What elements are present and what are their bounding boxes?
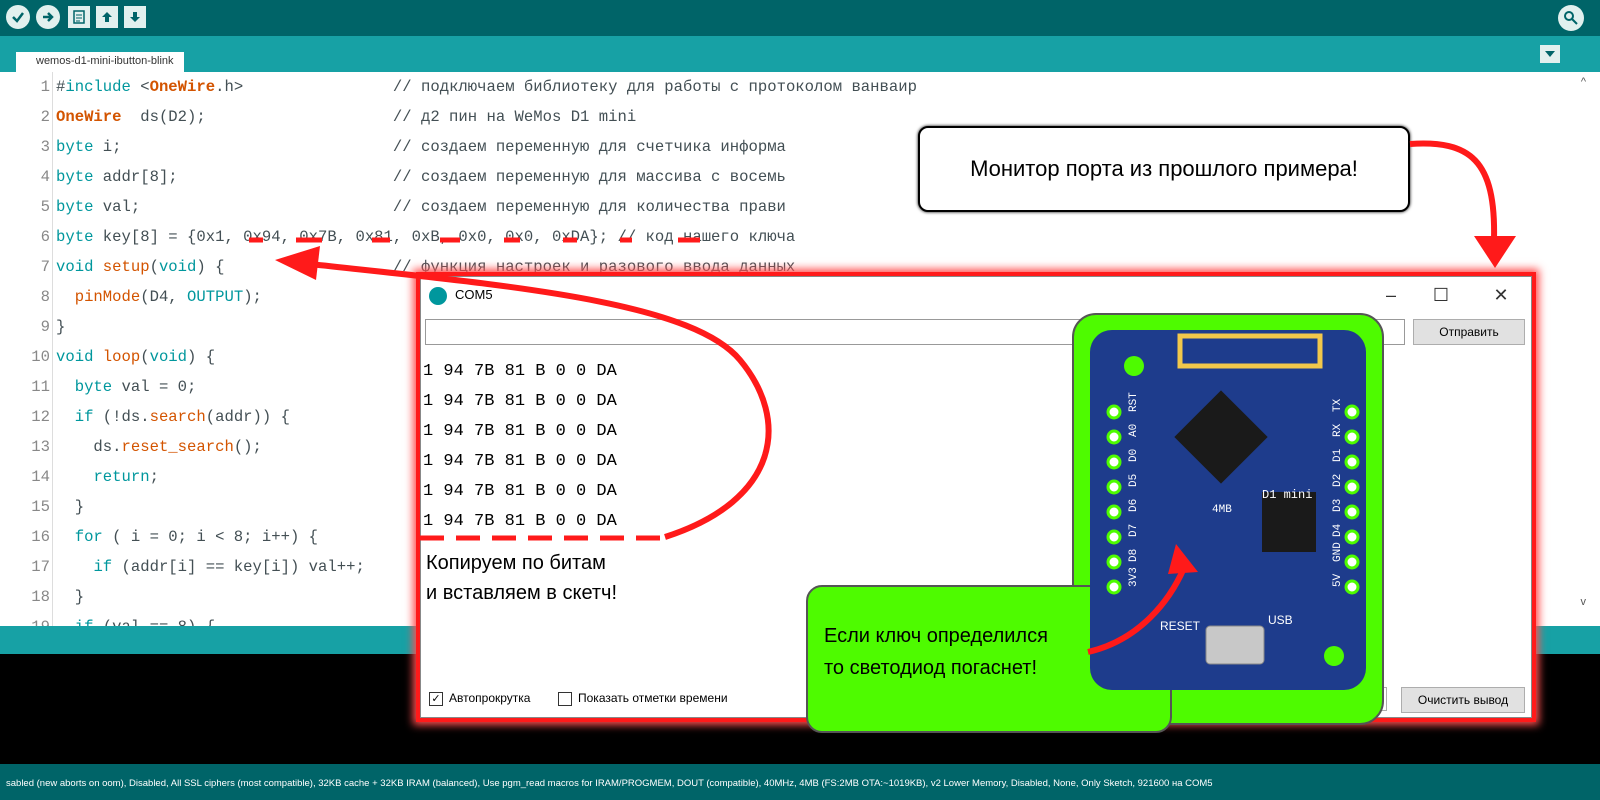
pin-pad bbox=[1106, 579, 1122, 595]
copy-arrow bbox=[309, 261, 772, 540]
pin-label: A0 bbox=[1128, 424, 1140, 437]
copy-arrow-head bbox=[275, 246, 320, 280]
pin-pad bbox=[1106, 429, 1122, 445]
pin-pad bbox=[1106, 479, 1122, 495]
pin-pad bbox=[1106, 529, 1122, 545]
pin-label: 5V bbox=[1332, 573, 1344, 587]
monitor-arrow bbox=[1409, 140, 1498, 241]
pin-pad bbox=[1344, 579, 1360, 595]
board-flash-label: 4MB bbox=[1212, 504, 1232, 516]
pin-pad bbox=[1106, 554, 1122, 570]
led-arrow-head bbox=[1168, 544, 1198, 574]
right-pin-column: TX RX D1 D2 D3 D4 GND 5V bbox=[1332, 398, 1360, 595]
left-pin-column: RST A0 D0 D5 D6 D7 D8 3V3 bbox=[1106, 392, 1140, 595]
wifi-antenna-icon bbox=[1177, 333, 1323, 369]
pin-label: D8 bbox=[1128, 549, 1140, 562]
pin-label: D0 bbox=[1128, 449, 1140, 462]
board-model-label: D1 mini bbox=[1262, 488, 1312, 502]
led-note: Если ключ определился то светодиод погасн… bbox=[824, 620, 1048, 684]
pin-pad bbox=[1344, 529, 1360, 545]
pin-label: 3V3 bbox=[1128, 567, 1140, 587]
pin-label: RX bbox=[1332, 423, 1344, 437]
pin-label: D5 bbox=[1128, 474, 1140, 487]
pin-label: RST bbox=[1128, 392, 1140, 412]
board-reset-label: RESET bbox=[1160, 619, 1201, 633]
pin-pad bbox=[1344, 429, 1360, 445]
pin-label: D3 bbox=[1332, 499, 1344, 512]
pin-label: TX bbox=[1332, 398, 1344, 412]
led-note-line2: то светодиод погаснет! bbox=[824, 657, 1037, 679]
pin-pad bbox=[1344, 504, 1360, 520]
led-note-line1: Если ключ определился bbox=[824, 625, 1048, 647]
pin-label: D7 bbox=[1128, 524, 1140, 537]
pin-pad bbox=[1106, 504, 1122, 520]
monitor-arrow-head bbox=[1474, 236, 1516, 268]
pin-pad bbox=[1344, 404, 1360, 420]
board-usb-label: USB bbox=[1268, 613, 1293, 627]
pin-label: D6 bbox=[1128, 499, 1140, 512]
annotation-overlay: RST A0 D0 D5 D6 D7 D8 3V3 TX RX D1 D2 D3 D4 GND 5V D1 … bbox=[249, 140, 1516, 666]
esp8266-chip bbox=[1174, 390, 1268, 484]
usb-connector-icon bbox=[1205, 625, 1265, 665]
pin-label: GND bbox=[1332, 542, 1344, 562]
pin-label: D1 bbox=[1332, 448, 1344, 462]
pin-label: D2 bbox=[1332, 474, 1344, 487]
pin-pad bbox=[1344, 479, 1360, 495]
pin-pad bbox=[1106, 404, 1122, 420]
pin-pad bbox=[1344, 554, 1360, 570]
pin-pad bbox=[1344, 454, 1360, 470]
pin-label: D4 bbox=[1332, 523, 1344, 537]
pin-pad bbox=[1106, 454, 1122, 470]
